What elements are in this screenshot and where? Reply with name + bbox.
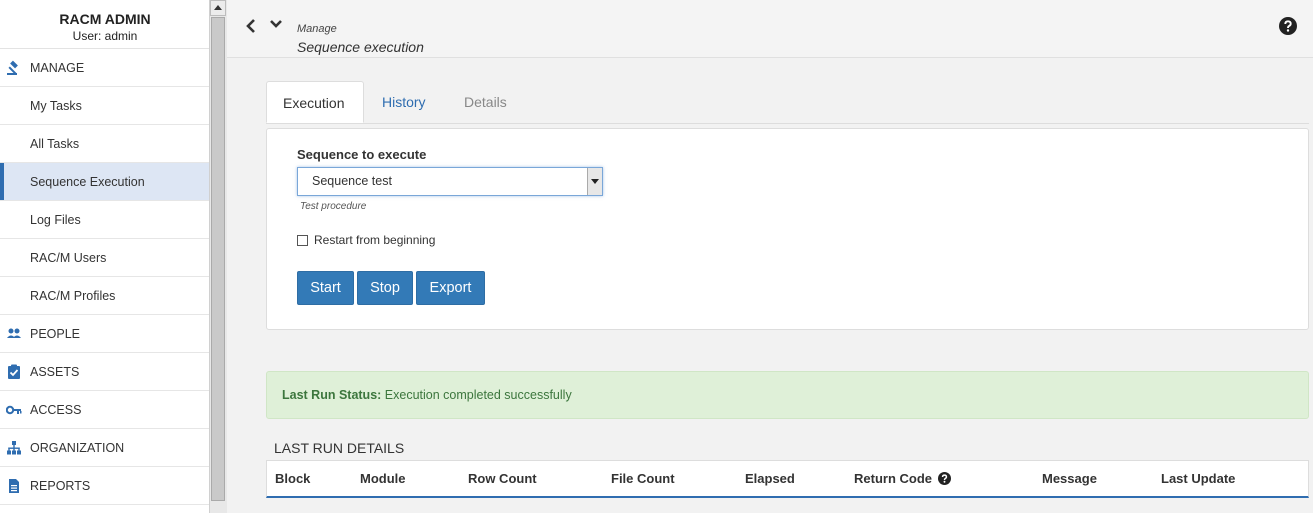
sidebar-item-assets[interactable]: ASSETS	[0, 353, 210, 391]
dropdown-arrow-icon[interactable]	[587, 168, 602, 195]
last-run-status: Last Run Status: Execution completed suc…	[266, 371, 1309, 419]
chevron-down-icon[interactable]	[269, 18, 283, 30]
sidebar-item-label: RAC/M Profiles	[30, 289, 116, 303]
column-row-count[interactable]: Row Count	[468, 461, 537, 497]
sequence-label: Sequence to execute	[297, 147, 427, 162]
document-icon	[9, 479, 19, 493]
tab-history[interactable]: History	[366, 81, 442, 123]
column-return-code-label: Return Code	[854, 471, 932, 486]
tab-bar: Execution History Details	[266, 81, 1309, 124]
last-run-table-header: Block Module Row Count File Count Elapse…	[266, 460, 1309, 498]
column-elapsed[interactable]: Elapsed	[745, 461, 795, 497]
execution-panel: Sequence to execute Sequence test Test p…	[266, 128, 1309, 330]
sidebar-item-label: ACCESS	[30, 403, 82, 417]
column-return-code[interactable]: Return Code	[854, 461, 951, 497]
help-icon[interactable]	[937, 472, 951, 485]
export-button[interactable]: Export	[416, 271, 485, 305]
sidebar-item-label: All Tasks	[30, 137, 80, 151]
sequence-select-value: Sequence test	[312, 174, 392, 188]
chevron-left-icon[interactable]	[245, 18, 257, 34]
sidebar-item-label: ASSETS	[30, 365, 80, 379]
status-text: Execution completed successfully	[384, 388, 572, 402]
tab-execution[interactable]: Execution	[266, 81, 364, 123]
sidebar: RACM ADMIN User: admin MANAGE My Tasks A…	[0, 0, 211, 513]
restart-label[interactable]: Restart from beginning	[314, 233, 435, 247]
sidebar-item-manage[interactable]: MANAGE	[0, 49, 210, 87]
sidebar-item-label: RAC/M Users	[30, 251, 107, 265]
column-message[interactable]: Message	[1042, 461, 1097, 497]
column-block[interactable]: Block	[275, 461, 310, 497]
sidebar-item-label: ORGANIZATION	[30, 441, 125, 455]
sequence-hint: Test procedure	[300, 201, 367, 212]
column-module[interactable]: Module	[360, 461, 406, 497]
column-last-update[interactable]: Last Update	[1161, 461, 1235, 497]
column-file-count[interactable]: File Count	[611, 461, 675, 497]
sidebar-item-label: PEOPLE	[30, 327, 81, 341]
scroll-up-button[interactable]	[210, 0, 226, 16]
sidebar-item-label: REPORTS	[30, 479, 91, 493]
sidebar-item-access[interactable]: ACCESS	[0, 391, 210, 429]
gavel-icon	[7, 60, 18, 75]
sidebar-item-my-tasks[interactable]: My Tasks	[0, 87, 210, 125]
page-header: Manage Sequence execution	[227, 0, 1313, 58]
status-label: Last Run Status:	[282, 388, 382, 402]
page-title: Sequence execution	[297, 39, 424, 55]
restart-checkbox[interactable]	[297, 235, 308, 246]
user-label: User: admin	[72, 29, 138, 43]
tab-details[interactable]: Details	[448, 81, 523, 123]
clipboard-check-icon	[8, 364, 20, 379]
start-button[interactable]: Start	[297, 271, 354, 305]
sidebar-item-label: My Tasks	[30, 99, 82, 113]
sidebar-item-label: Log Files	[30, 213, 81, 227]
sequence-select[interactable]: Sequence test	[297, 167, 603, 196]
org-chart-icon	[7, 441, 21, 455]
scroll-thumb[interactable]	[211, 17, 225, 501]
sidebar-item-people[interactable]: PEOPLE	[0, 315, 210, 353]
sidebar-item-organization[interactable]: ORGANIZATION	[0, 429, 210, 467]
breadcrumb: Manage	[297, 23, 337, 35]
brand: RACM ADMIN User: admin	[0, 0, 210, 49]
people-icon	[7, 328, 21, 338]
app-title: RACM ADMIN	[59, 11, 151, 27]
sidebar-item-reports[interactable]: REPORTS	[0, 467, 210, 505]
sidebar-item-sequence-execution[interactable]: Sequence Execution	[0, 163, 210, 201]
sidebar-item-label: MANAGE	[30, 61, 85, 75]
sidebar-item-all-tasks[interactable]: All Tasks	[0, 125, 210, 163]
sidebar-item-log-files[interactable]: Log Files	[0, 201, 210, 239]
sidebar-scrollbar[interactable]	[209, 0, 227, 513]
help-icon[interactable]	[1279, 17, 1297, 35]
last-run-details-title: LAST RUN DETAILS	[274, 440, 405, 456]
sidebar-item-label: Sequence Execution	[30, 175, 145, 189]
key-icon	[6, 405, 22, 415]
sidebar-item-racm-users[interactable]: RAC/M Users	[0, 239, 210, 277]
sidebar-item-racm-profiles[interactable]: RAC/M Profiles	[0, 277, 210, 315]
main-content: Manage Sequence execution Execution Hist…	[227, 0, 1313, 513]
stop-button[interactable]: Stop	[357, 271, 413, 305]
